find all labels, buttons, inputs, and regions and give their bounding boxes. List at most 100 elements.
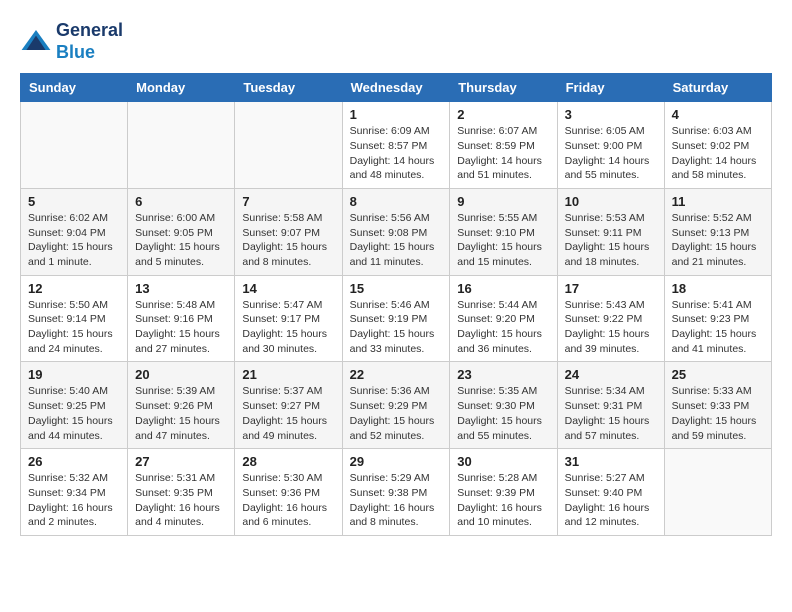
day-cell: 18Sunrise: 5:41 AM Sunset: 9:23 PM Dayli… [664,275,771,362]
day-info: Sunrise: 5:46 AM Sunset: 9:19 PM Dayligh… [350,298,443,357]
week-row-1: 1 Sunrise: 6:09 AM Sunset: 8:57 PM Daylig… [21,102,772,189]
logo-text-general: General [56,20,123,42]
day-header-monday: Monday [128,74,235,102]
day-info: Sunrise: 5:55 AM Sunset: 9:10 PM Dayligh… [457,211,549,270]
day-info: Sunrise: 5:41 AM Sunset: 9:23 PM Dayligh… [672,298,764,357]
day-number: 30 [457,454,549,469]
day-info: Sunrise: 6:07 AM Sunset: 8:59 PM Dayligh… [457,124,549,183]
day-info: Sunrise: 5:28 AM Sunset: 9:39 PM Dayligh… [457,471,549,530]
day-number: 23 [457,367,549,382]
day-info: Sunrise: 6:00 AM Sunset: 9:05 PM Dayligh… [135,211,227,270]
day-number: 12 [28,281,120,296]
day-cell: 9 Sunrise: 5:55 AM Sunset: 9:10 PM Daylig… [450,188,557,275]
day-number: 26 [28,454,120,469]
page-header: General Blue [20,20,772,63]
day-number: 27 [135,454,227,469]
day-cell: 7 Sunrise: 5:58 AM Sunset: 9:07 PM Daylig… [235,188,342,275]
day-cell: 31Sunrise: 5:27 AM Sunset: 9:40 PM Dayli… [557,449,664,536]
day-cell [235,102,342,189]
day-number: 7 [242,194,334,209]
day-number: 15 [350,281,443,296]
day-info: Sunrise: 5:31 AM Sunset: 9:35 PM Dayligh… [135,471,227,530]
day-number: 11 [672,194,764,209]
day-info: Sunrise: 5:32 AM Sunset: 9:34 PM Dayligh… [28,471,120,530]
day-info: Sunrise: 6:03 AM Sunset: 9:02 PM Dayligh… [672,124,764,183]
day-info: Sunrise: 5:40 AM Sunset: 9:25 PM Dayligh… [28,384,120,443]
day-number: 1 [350,107,443,122]
day-cell: 23 Sunrise: 5:35 AM Sunset: 9:30 PM Dayli… [450,362,557,449]
day-info: Sunrise: 5:52 AM Sunset: 9:13 PM Dayligh… [672,211,764,270]
day-number: 10 [565,194,657,209]
day-cell: 5 Sunrise: 6:02 AM Sunset: 9:04 PM Daylig… [21,188,128,275]
day-info: Sunrise: 5:36 AM Sunset: 9:29 PM Dayligh… [350,384,443,443]
day-info: Sunrise: 6:05 AM Sunset: 9:00 PM Dayligh… [565,124,657,183]
day-info: Sunrise: 5:47 AM Sunset: 9:17 PM Dayligh… [242,298,334,357]
week-row-3: 12 Sunrise: 5:50 AM Sunset: 9:14 PM Dayli… [21,275,772,362]
day-info: Sunrise: 5:48 AM Sunset: 9:16 PM Dayligh… [135,298,227,357]
day-number: 25 [672,367,764,382]
day-cell: 14Sunrise: 5:47 AM Sunset: 9:17 PM Dayli… [235,275,342,362]
day-info: Sunrise: 5:27 AM Sunset: 9:40 PM Dayligh… [565,471,657,530]
day-info: Sunrise: 5:37 AM Sunset: 9:27 PM Dayligh… [242,384,334,443]
day-cell: 3 Sunrise: 6:05 AM Sunset: 9:00 PM Daylig… [557,102,664,189]
day-number: 8 [350,194,443,209]
day-info: Sunrise: 5:56 AM Sunset: 9:08 PM Dayligh… [350,211,443,270]
logo: General Blue [20,20,123,63]
day-number: 5 [28,194,120,209]
day-cell: 8 Sunrise: 5:56 AM Sunset: 9:08 PM Daylig… [342,188,450,275]
day-cell: 11 Sunrise: 5:52 AM Sunset: 9:13 PM Dayli… [664,188,771,275]
day-info: Sunrise: 6:09 AM Sunset: 8:57 PM Dayligh… [350,124,443,183]
day-info: Sunrise: 5:34 AM Sunset: 9:31 PM Dayligh… [565,384,657,443]
day-cell: 28 Sunrise: 5:30 AM Sunset: 9:36 PM Dayli… [235,449,342,536]
day-number: 20 [135,367,227,382]
day-cell: 19 Sunrise: 5:40 AM Sunset: 9:25 PM Dayli… [21,362,128,449]
day-info: Sunrise: 5:29 AM Sunset: 9:38 PM Dayligh… [350,471,443,530]
day-info: Sunrise: 5:53 AM Sunset: 9:11 PM Dayligh… [565,211,657,270]
day-cell: 15 Sunrise: 5:46 AM Sunset: 9:19 PM Dayli… [342,275,450,362]
day-cell: 16Sunrise: 5:44 AM Sunset: 9:20 PM Dayli… [450,275,557,362]
day-header-saturday: Saturday [664,74,771,102]
day-number: 2 [457,107,549,122]
day-header-sunday: Sunday [21,74,128,102]
day-info: Sunrise: 6:02 AM Sunset: 9:04 PM Dayligh… [28,211,120,270]
day-number: 6 [135,194,227,209]
day-info: Sunrise: 5:50 AM Sunset: 9:14 PM Dayligh… [28,298,120,357]
day-number: 22 [350,367,443,382]
day-header-thursday: Thursday [450,74,557,102]
day-info: Sunrise: 5:44 AM Sunset: 9:20 PM Dayligh… [457,298,549,357]
day-number: 9 [457,194,549,209]
day-number: 3 [565,107,657,122]
day-number: 28 [242,454,334,469]
day-cell: 4 Sunrise: 6:03 AM Sunset: 9:02 PM Daylig… [664,102,771,189]
day-info: Sunrise: 5:39 AM Sunset: 9:26 PM Dayligh… [135,384,227,443]
day-number: 13 [135,281,227,296]
day-cell: 22 Sunrise: 5:36 AM Sunset: 9:29 PM Dayli… [342,362,450,449]
day-number: 17 [565,281,657,296]
day-header-tuesday: Tuesday [235,74,342,102]
day-cell: 30 Sunrise: 5:28 AM Sunset: 9:39 PM Dayli… [450,449,557,536]
day-number: 4 [672,107,764,122]
day-header-wednesday: Wednesday [342,74,450,102]
day-info: Sunrise: 5:33 AM Sunset: 9:33 PM Dayligh… [672,384,764,443]
day-number: 29 [350,454,443,469]
day-number: 24 [565,367,657,382]
day-cell: 13 Sunrise: 5:48 AM Sunset: 9:16 PM Dayli… [128,275,235,362]
day-number: 21 [242,367,334,382]
day-cell: 12 Sunrise: 5:50 AM Sunset: 9:14 PM Dayli… [21,275,128,362]
day-cell [21,102,128,189]
day-cell: 20 Sunrise: 5:39 AM Sunset: 9:26 PM Dayli… [128,362,235,449]
day-info: Sunrise: 5:35 AM Sunset: 9:30 PM Dayligh… [457,384,549,443]
day-cell: 17Sunrise: 5:43 AM Sunset: 9:22 PM Dayli… [557,275,664,362]
day-cell [664,449,771,536]
day-cell: 2 Sunrise: 6:07 AM Sunset: 8:59 PM Daylig… [450,102,557,189]
logo-icon [20,26,52,58]
day-cell: 6 Sunrise: 6:00 AM Sunset: 9:05 PM Daylig… [128,188,235,275]
day-cell: 27 Sunrise: 5:31 AM Sunset: 9:35 PM Dayli… [128,449,235,536]
calendar-table: SundayMondayTuesdayWednesdayThursdayFrid… [20,73,772,536]
calendar-header-row: SundayMondayTuesdayWednesdayThursdayFrid… [21,74,772,102]
day-cell [128,102,235,189]
day-info: Sunrise: 5:30 AM Sunset: 9:36 PM Dayligh… [242,471,334,530]
day-number: 19 [28,367,120,382]
day-info: Sunrise: 5:58 AM Sunset: 9:07 PM Dayligh… [242,211,334,270]
day-cell: 10 Sunrise: 5:53 AM Sunset: 9:11 PM Dayli… [557,188,664,275]
